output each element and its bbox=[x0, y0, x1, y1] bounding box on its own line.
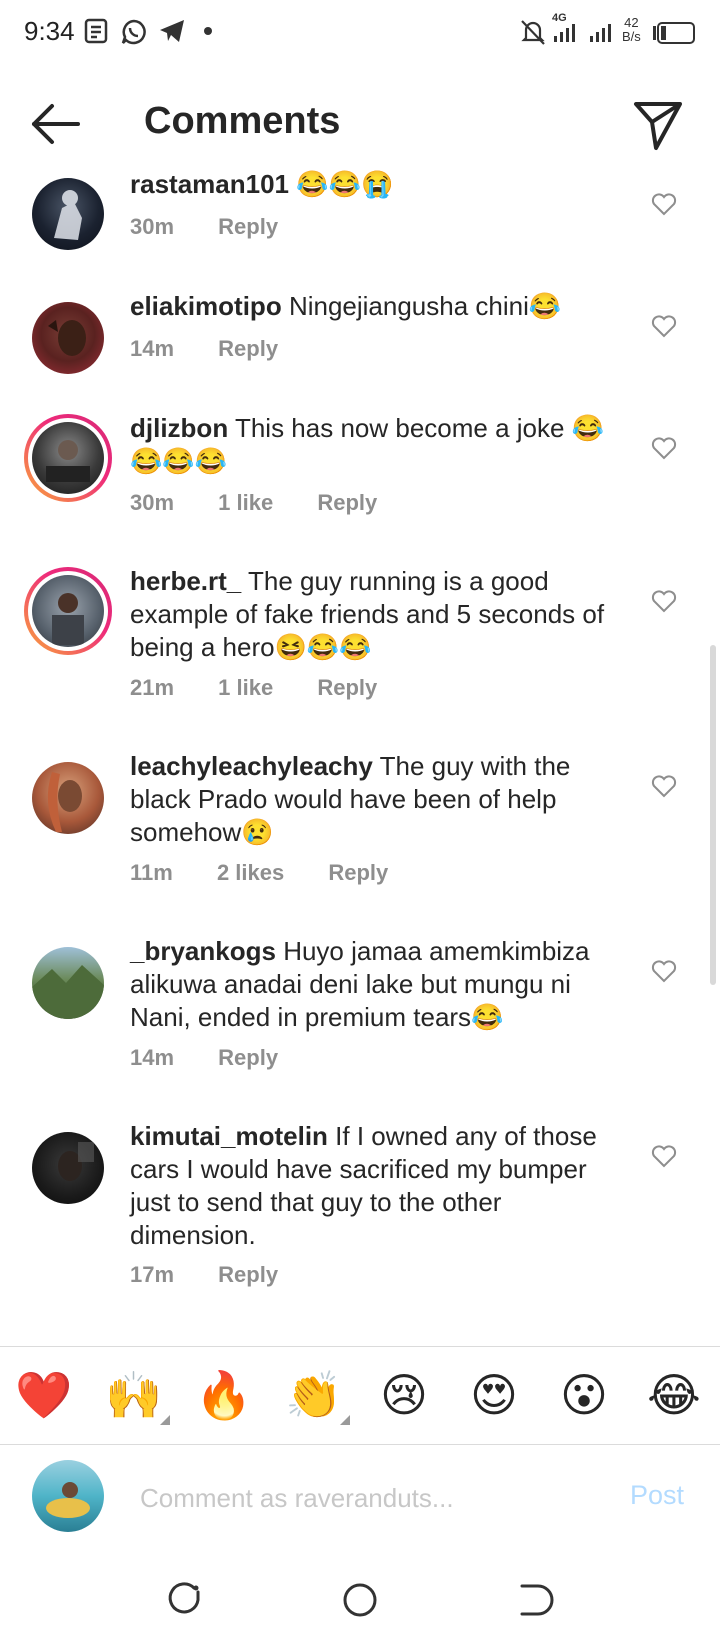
post-button[interactable]: Post bbox=[630, 1480, 684, 1511]
reply-button[interactable]: Reply bbox=[328, 860, 388, 885]
comment-composer: Post bbox=[0, 1446, 720, 1556]
heart-icon[interactable] bbox=[650, 1142, 678, 1170]
comment-username[interactable]: leachyleachyleachy bbox=[130, 751, 373, 781]
heart-icon[interactable] bbox=[650, 587, 678, 615]
emoji-surprised-face[interactable]: 😮 bbox=[552, 1363, 616, 1427]
reply-button[interactable]: Reply bbox=[317, 490, 377, 515]
comment-item: eliakimotipo Ningejiangusha chini😂 14m R… bbox=[0, 290, 720, 410]
network-speed: 42 B/s bbox=[622, 15, 641, 44]
avatar[interactable] bbox=[32, 947, 104, 1019]
comment-meta: 11m 2 likes Reply bbox=[130, 860, 426, 886]
comment-time: 14m bbox=[130, 336, 175, 361]
avatar[interactable] bbox=[32, 302, 104, 374]
reply-button[interactable]: Reply bbox=[218, 1262, 278, 1287]
skin-tone-indicator bbox=[160, 1415, 170, 1425]
home-icon[interactable] bbox=[338, 1578, 382, 1622]
comment-input[interactable] bbox=[140, 1476, 600, 1520]
reply-button[interactable]: Reply bbox=[317, 675, 377, 700]
reply-button[interactable]: Reply bbox=[218, 214, 278, 239]
status-bar: 9:34 4G 42 B/s bbox=[0, 0, 720, 66]
comment-username[interactable]: kimutai_motelin bbox=[130, 1121, 328, 1151]
header: Comments bbox=[0, 78, 720, 168]
comment-likes[interactable]: 1 like bbox=[218, 675, 273, 700]
comment-time: 21m bbox=[130, 675, 175, 700]
comment-item: _bryankogs Huyo jamaa amemkimbiza alikuw… bbox=[0, 935, 720, 1115]
comment-item: djlizbon This has now become a joke 😂😂😂😂… bbox=[0, 412, 720, 562]
avatar[interactable] bbox=[32, 1132, 104, 1204]
comment-item: rastaman101 😂😂😭 30m Reply bbox=[0, 168, 720, 288]
comment-username[interactable]: eliakimotipo bbox=[130, 291, 282, 321]
avatar[interactable] bbox=[32, 762, 104, 834]
heart-icon[interactable] bbox=[650, 772, 678, 800]
heart-icon[interactable] bbox=[650, 312, 678, 340]
back-arrow-icon[interactable] bbox=[28, 100, 84, 148]
heart-icon[interactable] bbox=[650, 957, 678, 985]
emoji-heart-eyes[interactable]: 😍 bbox=[462, 1363, 526, 1427]
comment-item: leachyleachyleachy The guy with the blac… bbox=[0, 750, 720, 930]
comment-meta: 30m Reply bbox=[130, 214, 316, 240]
heart-icon[interactable] bbox=[650, 434, 678, 462]
battery-icon bbox=[653, 22, 695, 44]
comment-meta: 30m 1 like Reply bbox=[130, 490, 415, 516]
comment-time: 11m bbox=[130, 860, 173, 885]
status-time: 9:34 bbox=[24, 16, 75, 46]
mute-icon bbox=[521, 20, 545, 45]
avatar[interactable] bbox=[32, 178, 104, 250]
emoji-crying-face[interactable]: 😢 bbox=[372, 1363, 436, 1427]
comment-username[interactable]: _bryankogs bbox=[130, 936, 276, 966]
telegram-icon bbox=[160, 20, 184, 42]
comment-time: 30m bbox=[130, 490, 175, 515]
emoji-clapping-hands[interactable]: 👏 bbox=[282, 1363, 346, 1427]
comment-meta: 14m Reply bbox=[130, 1045, 316, 1071]
divider bbox=[0, 1444, 720, 1445]
comment-username[interactable]: herbe.rt_ bbox=[130, 566, 241, 596]
heart-icon[interactable] bbox=[650, 190, 678, 218]
comment-item: herbe.rt_ The guy running is a good exam… bbox=[0, 565, 720, 745]
comment-meta: 21m 1 like Reply bbox=[130, 675, 415, 701]
comment-username[interactable]: djlizbon bbox=[130, 413, 228, 443]
comment-text: Ningejiangusha chini😂 bbox=[288, 291, 562, 321]
whatsapp-icon bbox=[121, 19, 146, 45]
emoji-raised-hands[interactable]: 🙌 bbox=[102, 1363, 166, 1427]
comment-meta: 17m Reply bbox=[130, 1262, 316, 1288]
comment-time: 14m bbox=[130, 1045, 175, 1070]
skin-tone-indicator bbox=[340, 1415, 350, 1425]
story-avatar[interactable] bbox=[24, 414, 112, 502]
quick-emoji-bar: ❤️ 🙌 🔥 👏 😢 😍 😮 😂 bbox=[0, 1347, 720, 1443]
signal-icon bbox=[554, 24, 575, 42]
emoji-fire[interactable]: 🔥 bbox=[192, 1363, 256, 1427]
navigation-bar bbox=[0, 1560, 720, 1640]
scrollbar[interactable] bbox=[710, 645, 716, 985]
share-icon[interactable] bbox=[630, 96, 686, 152]
comment-item: kimutai_motelin If I owned any of those … bbox=[0, 1120, 720, 1340]
comment-likes[interactable]: 1 like bbox=[218, 490, 273, 515]
page-title: Comments bbox=[144, 100, 341, 142]
notes-icon bbox=[84, 18, 108, 44]
recent-apps-icon[interactable] bbox=[162, 1578, 206, 1622]
comment-list: rastaman101 😂😂😭 30m Reply eliakimotipo N… bbox=[0, 168, 720, 1346]
comment-meta: 14m Reply bbox=[130, 336, 316, 362]
comment-username[interactable]: rastaman101 bbox=[130, 169, 289, 199]
avatar bbox=[32, 1460, 104, 1532]
comment-text: 😂😂😭 bbox=[296, 169, 394, 199]
reply-button[interactable]: Reply bbox=[218, 336, 278, 361]
dot-icon bbox=[204, 27, 212, 35]
comment-likes[interactable]: 2 likes bbox=[217, 860, 284, 885]
comment-time: 30m bbox=[130, 214, 175, 239]
reply-button[interactable]: Reply bbox=[218, 1045, 278, 1070]
emoji-tears-of-joy[interactable]: 😂 bbox=[642, 1363, 706, 1427]
emoji-heart[interactable]: ❤️ bbox=[12, 1363, 76, 1427]
signal-icon bbox=[590, 24, 611, 42]
back-icon[interactable] bbox=[512, 1578, 556, 1622]
comment-time: 17m bbox=[130, 1262, 175, 1287]
story-avatar[interactable] bbox=[24, 567, 112, 655]
